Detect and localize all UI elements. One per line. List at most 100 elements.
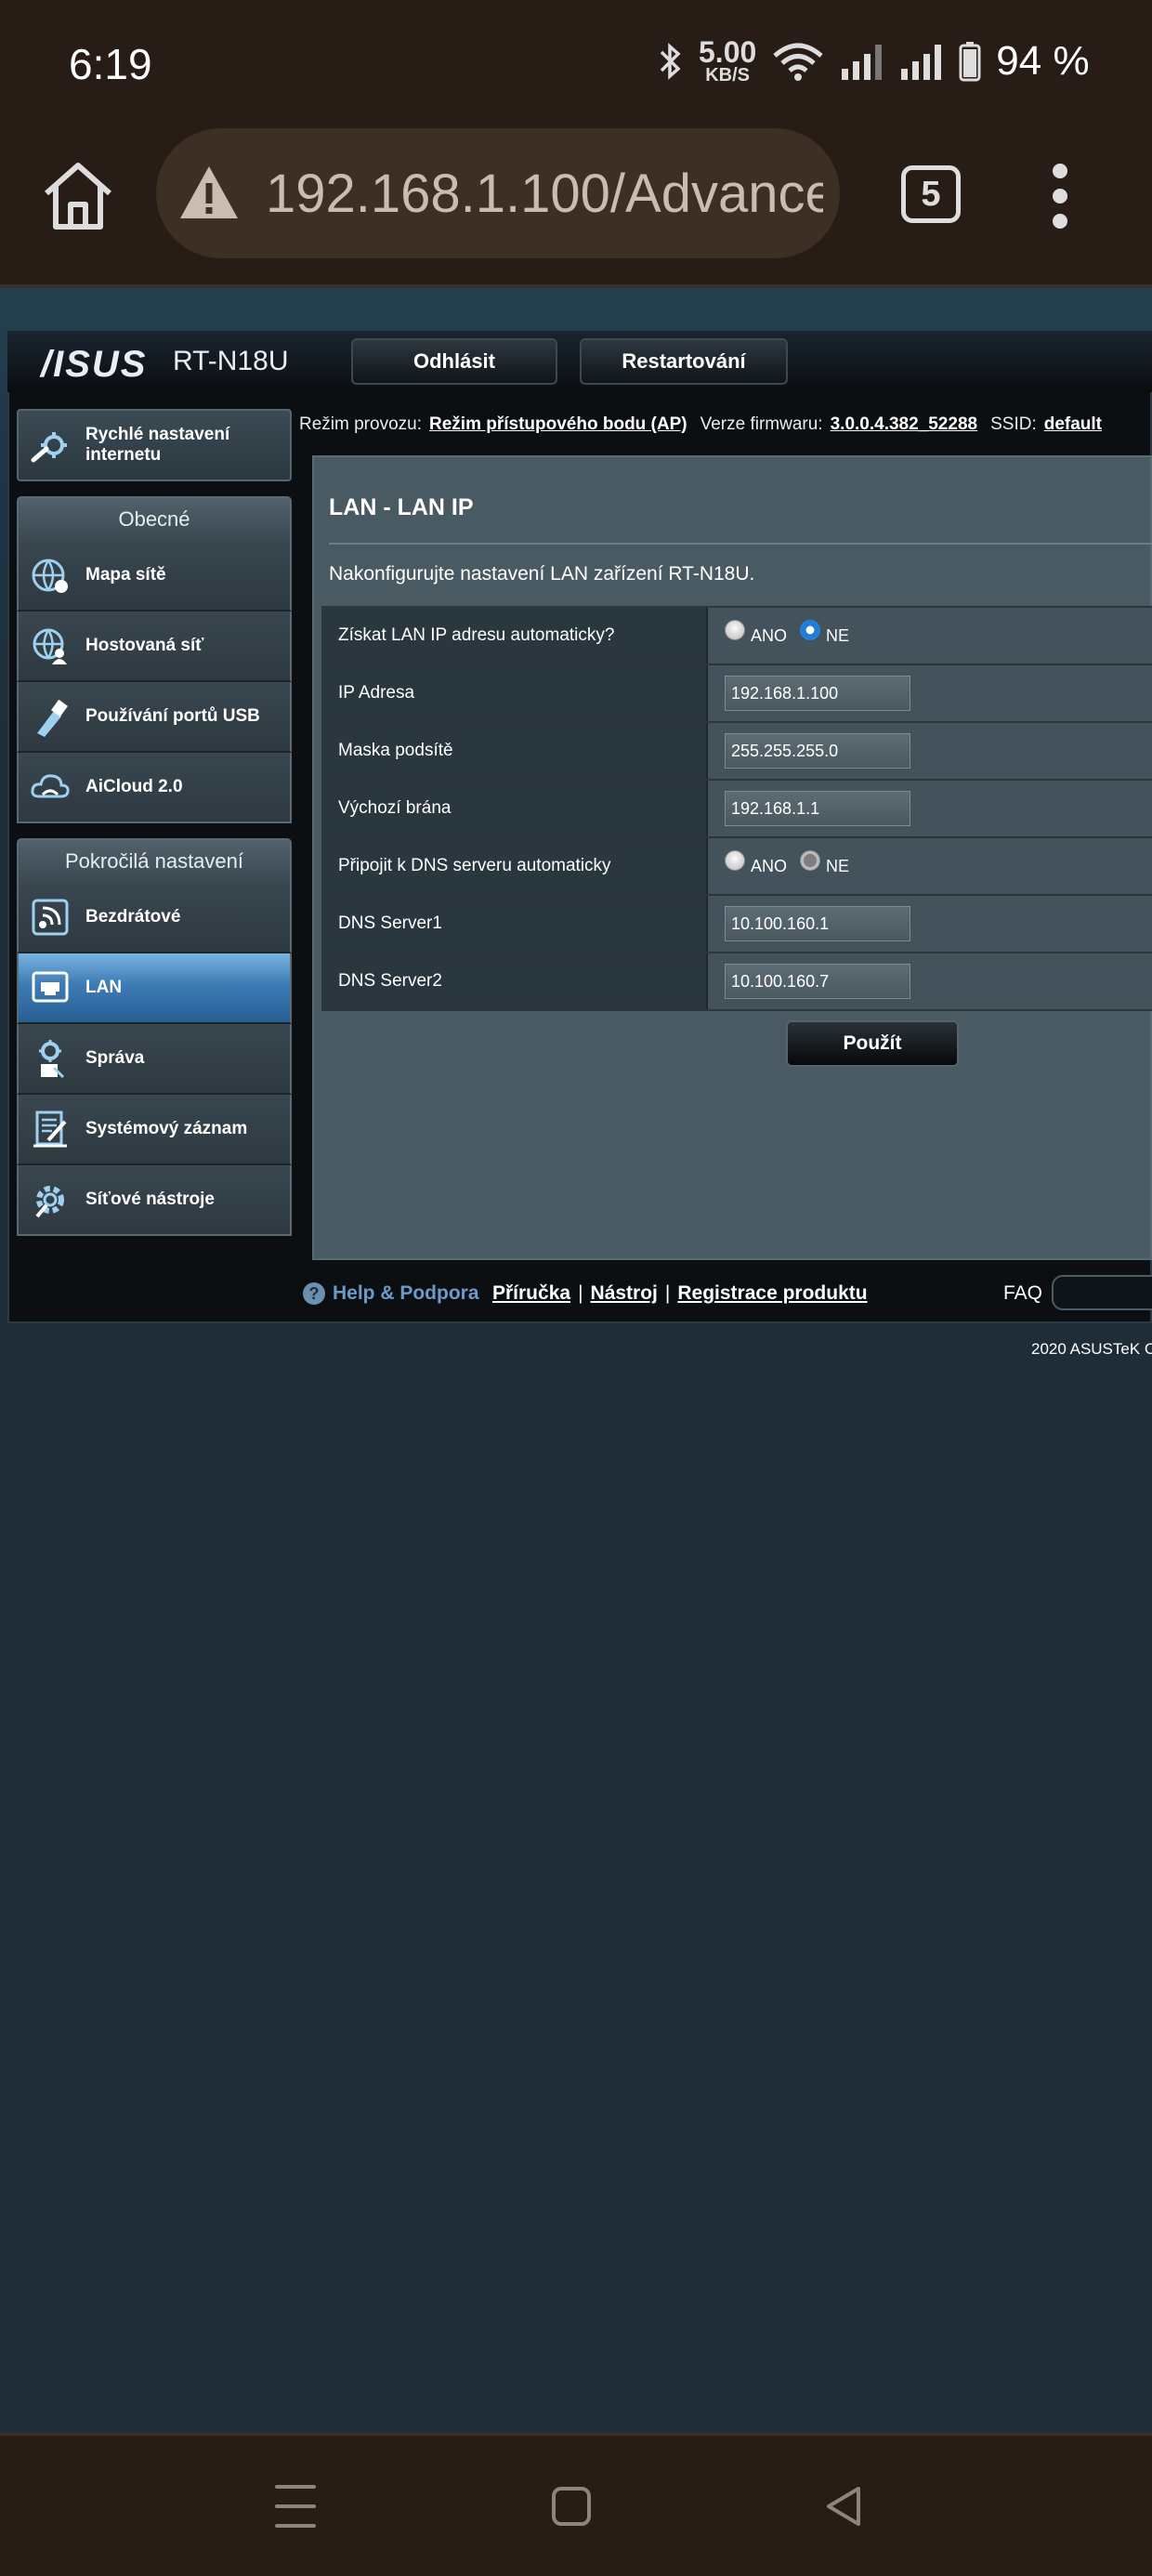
help-support-label: Help & Podpora bbox=[333, 1282, 479, 1304]
gateway-input[interactable] bbox=[725, 791, 910, 826]
row-auto-lan-ip: Získat LAN IP adresu automaticky? ANO NE bbox=[321, 608, 1152, 665]
apply-button[interactable]: Použít bbox=[786, 1020, 959, 1067]
quick-setup-label: Rychlé nastavení internetu bbox=[85, 425, 230, 465]
faq-label: FAQ bbox=[1003, 1282, 1043, 1304]
advanced-header: Pokročilá nastavení bbox=[17, 838, 292, 883]
signal-1-icon bbox=[842, 45, 883, 80]
sidebar-item-system-log[interactable]: Systémový záznam bbox=[17, 1095, 292, 1165]
home-nav-icon[interactable] bbox=[552, 2487, 591, 2526]
row-gateway: Výchozí brána bbox=[321, 781, 1152, 838]
sidebar-item-guest-network[interactable]: Hostovaná síť bbox=[17, 611, 292, 682]
back-icon[interactable] bbox=[823, 2485, 864, 2528]
sidebar-item-admin[interactable]: Správa bbox=[17, 1024, 292, 1095]
row-value: ANO NE bbox=[708, 838, 1152, 894]
sidebar-item-label: Mapa sítě bbox=[85, 565, 166, 585]
sidebar-item-label: Síťové nástroje bbox=[85, 1189, 215, 1210]
manual-link[interactable]: Příručka bbox=[492, 1282, 570, 1305]
product-registration-link[interactable]: Registrace produktu bbox=[677, 1282, 867, 1305]
restart-button[interactable]: Restartování bbox=[580, 338, 788, 385]
radio-unchecked[interactable] bbox=[725, 850, 745, 871]
title-divider bbox=[329, 543, 1152, 545]
status-icons: 5.00 KB/S 94 % bbox=[656, 35, 1090, 87]
radio-label: NE bbox=[826, 625, 850, 645]
auto-ip-yes-radio[interactable]: ANO bbox=[725, 620, 788, 646]
ssid-label: SSID: bbox=[990, 414, 1037, 434]
sidebar-item-lan[interactable]: LAN bbox=[17, 953, 292, 1024]
auto-ip-no-radio[interactable]: NE bbox=[800, 620, 850, 646]
lan-icon bbox=[32, 971, 69, 1003]
radio-label: ANO bbox=[751, 625, 788, 645]
row-auto-dns: Připojit k DNS serveru automaticky ANO N… bbox=[321, 838, 1152, 896]
sidebar-item-label: Hostovaná síť bbox=[85, 636, 204, 656]
link-separator: | bbox=[664, 1282, 671, 1304]
sidebar-advanced: Pokročilá nastavení Bezdrátové LAN Správ… bbox=[17, 838, 292, 1236]
cloud-icon bbox=[31, 774, 70, 798]
row-label: Výchozí brána bbox=[321, 781, 708, 836]
row-value bbox=[708, 896, 1152, 952]
auto-dns-no-radio[interactable]: NE bbox=[800, 850, 849, 876]
signal-2-icon bbox=[901, 45, 942, 80]
sidebar-item-aicloud[interactable]: AiCloud 2.0 bbox=[17, 753, 292, 823]
warning-icon[interactable] bbox=[177, 161, 242, 226]
sidebar-item-label: LAN bbox=[85, 978, 123, 998]
sidebar-item-usb[interactable]: Používání portů USB bbox=[17, 682, 292, 753]
faq-search-input[interactable] bbox=[1052, 1275, 1152, 1310]
ip-address-input[interactable] bbox=[725, 676, 910, 711]
sidebar-item-wireless[interactable]: Bezdrátové bbox=[17, 883, 292, 953]
battery-icon bbox=[959, 42, 981, 82]
network-map-icon bbox=[32, 559, 68, 593]
quick-setup-icon bbox=[31, 432, 67, 463]
tab-switcher-button[interactable]: 5 bbox=[901, 165, 961, 223]
recent-apps-icon[interactable] bbox=[275, 2485, 316, 2528]
url-text[interactable]: 192.168.1.100/Advance bbox=[266, 163, 823, 225]
row-label: Získat LAN IP adresu automaticky? bbox=[321, 608, 708, 664]
status-time: 6:19 bbox=[69, 40, 152, 88]
dns-server2-input[interactable] bbox=[725, 964, 910, 999]
row-label: DNS Server2 bbox=[321, 953, 708, 1009]
browser-menu-icon[interactable] bbox=[1044, 164, 1076, 229]
sidebar-item-label: Systémový záznam bbox=[85, 1119, 248, 1139]
sidebar-item-network-map[interactable]: Mapa sítě bbox=[17, 541, 292, 611]
speed-unit: KB/S bbox=[705, 64, 751, 85]
footer-links: Příručka | Nástroj | Registrace produktu bbox=[492, 1282, 868, 1305]
logout-button[interactable]: Odhlásit bbox=[351, 338, 557, 385]
row-label: IP Adresa bbox=[321, 665, 708, 721]
row-subnet-mask: Maska podsítě bbox=[321, 723, 1152, 781]
dns-server1-input[interactable] bbox=[725, 906, 910, 941]
admin-icon bbox=[39, 1040, 65, 1079]
sidebar-item-label: Používání portů USB bbox=[85, 706, 260, 727]
auto-dns-yes-radio[interactable]: ANO bbox=[725, 850, 787, 876]
ssid-link[interactable]: default bbox=[1044, 414, 1102, 435]
mode-link[interactable]: Režim přístupového bodu (AP) bbox=[429, 414, 687, 435]
sidebar-item-label: AiCloud 2.0 bbox=[85, 777, 183, 797]
status-info-bar: Režim provozu: Režim přístupového bodu (… bbox=[299, 401, 1152, 448]
battery-percent: 94 % bbox=[996, 38, 1090, 84]
row-label: Maska podsítě bbox=[321, 723, 708, 779]
radio-checked-disabled[interactable] bbox=[800, 850, 821, 871]
wifi-icon bbox=[773, 43, 823, 81]
subnet-mask-input[interactable] bbox=[725, 733, 910, 769]
link-separator: | bbox=[578, 1282, 583, 1304]
mode-label: Režim provozu: bbox=[299, 414, 422, 434]
row-ip-address: IP Adresa bbox=[321, 665, 1152, 723]
toolbar-divider bbox=[0, 284, 1152, 288]
firmware-link[interactable]: 3.0.0.4.382_52288 bbox=[831, 414, 978, 435]
row-dns-server1: DNS Server1 bbox=[321, 896, 1152, 953]
copyright: 2020 ASUSTeK C bbox=[1031, 1340, 1152, 1358]
tool-link[interactable]: Nástroj bbox=[591, 1282, 658, 1305]
network-tools-icon bbox=[35, 1186, 64, 1218]
radio-checked[interactable] bbox=[800, 620, 821, 640]
address-bar[interactable]: 192.168.1.100/Advance bbox=[156, 128, 840, 258]
radio-unchecked[interactable] bbox=[725, 620, 745, 640]
guest-network-icon bbox=[33, 628, 67, 664]
row-dns-server2: DNS Server2 bbox=[321, 953, 1152, 1011]
row-value bbox=[708, 953, 1152, 1009]
home-icon[interactable] bbox=[39, 158, 117, 232]
firmware-label: Verze firmwaru: bbox=[700, 414, 823, 434]
sidebar-item-network-tools[interactable]: Síťové nástroje bbox=[17, 1165, 292, 1236]
bluetooth-icon bbox=[660, 43, 681, 80]
sidebar-item-label: Správa bbox=[85, 1048, 145, 1069]
quick-setup-button[interactable]: Rychlé nastavení internetu bbox=[17, 409, 292, 481]
router-model: RT-N18U bbox=[173, 346, 289, 376]
row-label: DNS Server1 bbox=[321, 896, 708, 952]
